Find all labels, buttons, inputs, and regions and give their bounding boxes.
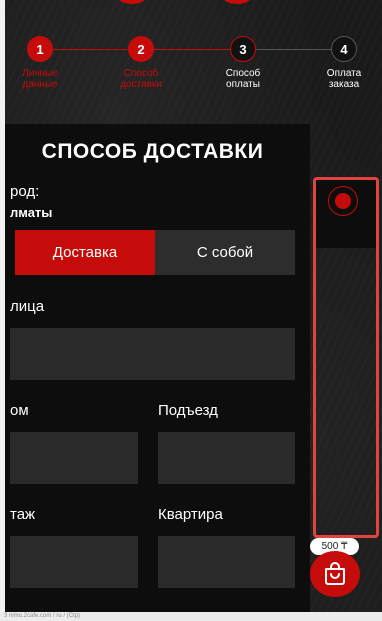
step-order-payment[interactable]: 4 Оплата заказа [314, 36, 374, 90]
footer-url: 3 nimo.2cafe.com / ru / (Ctp) [4, 613, 81, 619]
step-label: Личные данные [22, 68, 58, 90]
shopping-bag-icon [325, 562, 345, 585]
entrance-input[interactable] [158, 432, 295, 484]
entrance-label: Подъезд [158, 402, 218, 419]
floor-label: таж [10, 506, 36, 523]
apartment-input[interactable] [158, 536, 295, 588]
city-label: род: [10, 183, 40, 200]
browser-footer: 3 nimo.2cafe.com / ru / (Ctp) [0, 612, 382, 621]
apartment-label: Квартира [158, 506, 223, 523]
cart-button[interactable] [310, 551, 360, 597]
top-decoration-right [223, 0, 251, 4]
step-label: Способ оплаты [225, 68, 261, 90]
step-number: 2 [128, 36, 154, 62]
checkout-steps: 1 Личные данные 2 Способ доставки 3 Способ… [0, 36, 382, 96]
step-personal-data[interactable]: 1 Личные данные [10, 36, 70, 90]
street-label: лица [10, 298, 45, 315]
step-label: Оплата заказа [326, 68, 362, 90]
step-label: Способ доставки [120, 68, 162, 90]
city-value[interactable]: лматы [10, 205, 52, 220]
side-panel-option [316, 180, 376, 248]
radio-selected-icon[interactable] [328, 186, 358, 216]
delivery-option-button[interactable]: Доставка [15, 230, 155, 275]
step-delivery-method[interactable]: 2 Способ доставки [111, 36, 171, 90]
highlighted-side-panel [313, 177, 379, 538]
page-title: СПОСОБ ДОСТАВКИ [41, 140, 264, 163]
step-number: 4 [331, 36, 357, 62]
street-input[interactable] [10, 328, 295, 380]
step-payment-method[interactable]: 3 Способ оплаты [213, 36, 273, 90]
step-number: 1 [27, 36, 53, 62]
step-number: 3 [230, 36, 256, 62]
house-label: ом [10, 402, 29, 419]
house-input[interactable] [10, 432, 138, 484]
delivery-form-card: СПОСОБ ДОСТАВКИ род: лматы Доставка С со… [5, 124, 310, 612]
delivery-type-toggle: Доставка С собой [15, 230, 295, 275]
top-decoration-left [118, 0, 146, 4]
floor-input[interactable] [10, 536, 138, 588]
pickup-option-button[interactable]: С собой [155, 230, 295, 275]
